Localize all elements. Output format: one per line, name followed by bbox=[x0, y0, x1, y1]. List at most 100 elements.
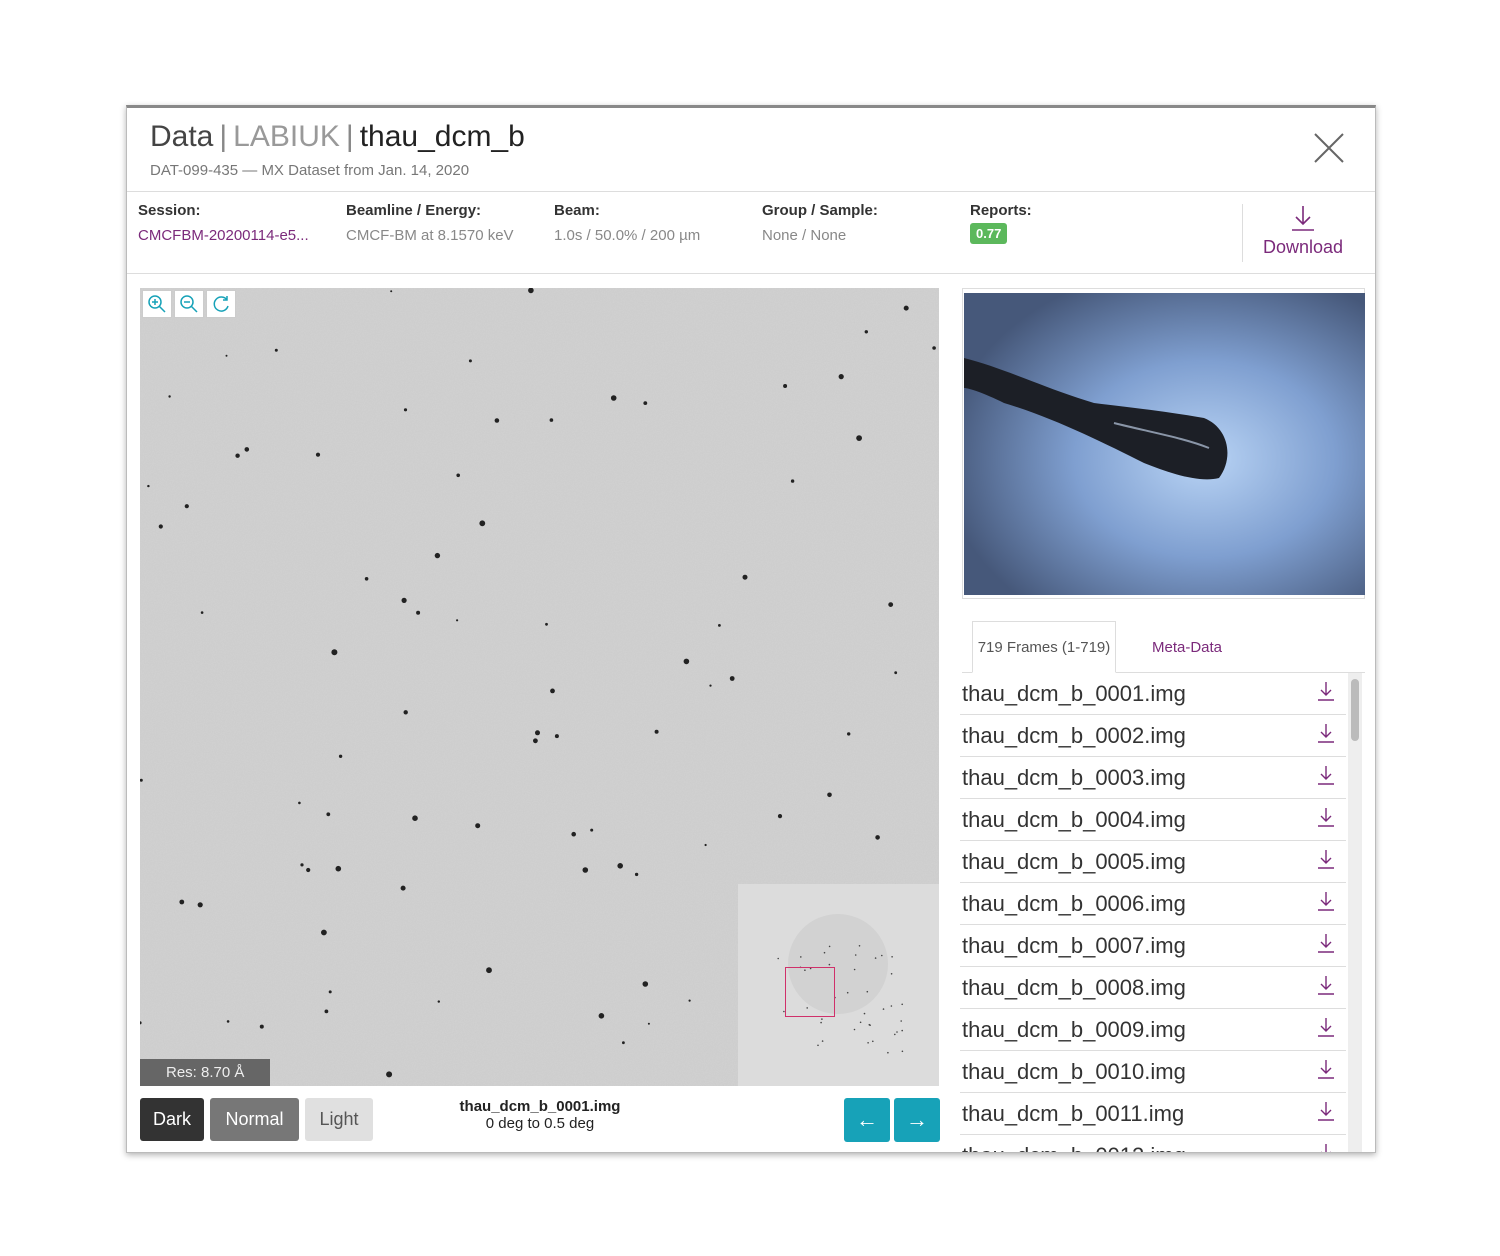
zoom-out-icon[interactable] bbox=[174, 290, 204, 318]
download-icon[interactable] bbox=[1316, 1016, 1336, 1044]
group-value: None / None bbox=[762, 227, 847, 244]
diffraction-spot bbox=[894, 671, 898, 675]
viewport-indicator[interactable] bbox=[785, 967, 835, 1017]
frame-name[interactable]: thau_dcm_b_0009.img bbox=[962, 1017, 1186, 1043]
arrow-right-icon: → bbox=[906, 1107, 928, 1132]
session-link[interactable]: CMCFBM-20200114-e5... bbox=[138, 227, 309, 244]
modal-header: Data | LABIUK | thau_dcm_b DAT-099-435 — MX … bbox=[127, 108, 1375, 192]
diffraction-spot bbox=[875, 835, 880, 840]
reset-icon[interactable] bbox=[206, 290, 236, 318]
download-icon[interactable] bbox=[1316, 680, 1336, 708]
diffraction-spot bbox=[306, 867, 311, 873]
diffraction-spot bbox=[403, 408, 408, 412]
frame-name[interactable]: thau_dcm_b_0005.img bbox=[962, 849, 1186, 875]
diffraction-spot bbox=[847, 732, 851, 736]
frame-name[interactable]: thau_dcm_b_0001.img bbox=[962, 681, 1186, 707]
diffraction-spot bbox=[729, 676, 735, 681]
diffraction-spot bbox=[549, 418, 554, 422]
frame-list-item[interactable]: thau_dcm_b_0011.img bbox=[960, 1093, 1346, 1135]
frame-list-item[interactable]: thau_dcm_b_0009.img bbox=[960, 1009, 1346, 1051]
download-icon[interactable] bbox=[1316, 974, 1336, 1002]
download-icon[interactable] bbox=[1316, 1142, 1336, 1152]
next-frame-button[interactable]: → bbox=[894, 1098, 940, 1142]
diffraction-spot bbox=[704, 843, 707, 847]
report-badge[interactable]: 0.77 bbox=[970, 223, 1008, 244]
frame-list: thau_dcm_b_0001.img thau_dcm_b_0002.imgth… bbox=[960, 673, 1346, 1153]
overview-thumbnail[interactable] bbox=[738, 884, 939, 1086]
diffraction-spot bbox=[244, 447, 250, 452]
download-icon[interactable] bbox=[1316, 806, 1336, 834]
diffraction-spot bbox=[403, 710, 408, 715]
download-icon[interactable] bbox=[1316, 722, 1336, 750]
frame-name[interactable]: thau_dcm_b_0004.img bbox=[962, 807, 1186, 833]
diffraction-spot bbox=[535, 730, 540, 736]
frame-list-item[interactable]: thau_dcm_b_0001.img bbox=[960, 673, 1346, 715]
diffraction-spot bbox=[225, 354, 228, 357]
diffraction-spot bbox=[400, 885, 406, 891]
breadcrumb-project[interactable]: LABIUK bbox=[233, 120, 340, 153]
frame-list-item[interactable]: thau_dcm_b_0004.img bbox=[960, 799, 1346, 841]
diffraction-spot bbox=[390, 290, 393, 293]
download-icon[interactable] bbox=[1316, 848, 1336, 876]
viewer-controls: Dark Normal Light thau_dcm_b_0001.img 0 d… bbox=[140, 1098, 940, 1142]
mode-light-button[interactable]: Light bbox=[305, 1098, 373, 1141]
diffraction-spot bbox=[168, 395, 171, 398]
close-icon[interactable] bbox=[1311, 130, 1347, 166]
diffraction-spot bbox=[932, 346, 936, 350]
frame-name[interactable]: thau_dcm_b_0011.img bbox=[962, 1101, 1184, 1127]
tab-frames[interactable]: 719 Frames (1-719) bbox=[972, 621, 1116, 673]
frame-list-item[interactable]: thau_dcm_b_0003.img bbox=[960, 757, 1346, 799]
frame-angle: 0 deg to 0.5 deg bbox=[485, 1115, 595, 1132]
frame-list-item[interactable]: thau_dcm_b_0008.img bbox=[960, 967, 1346, 1009]
diffraction-spot bbox=[742, 574, 748, 580]
download-icon[interactable] bbox=[1316, 1058, 1336, 1086]
prev-frame-button[interactable]: ← bbox=[844, 1098, 890, 1142]
diffraction-spot bbox=[456, 619, 459, 622]
diffraction-spot bbox=[274, 348, 278, 352]
diffraction-spot bbox=[226, 1020, 230, 1023]
frame-info: thau_dcm_b_0001.img 0 deg to 0.5 deg bbox=[430, 1098, 650, 1132]
page-title: Data | LABIUK | thau_dcm_b bbox=[150, 120, 525, 153]
diffraction-spot bbox=[622, 1041, 625, 1045]
diffraction-spot bbox=[654, 729, 659, 734]
diffraction-spot bbox=[235, 453, 240, 458]
download-icon[interactable] bbox=[1316, 890, 1336, 918]
diffraction-spot bbox=[864, 330, 868, 334]
download-icon[interactable] bbox=[1316, 1100, 1336, 1128]
beam-value: 1.0s / 50.0% / 200 µm bbox=[554, 227, 701, 244]
frame-list-scrollbar[interactable] bbox=[1348, 673, 1362, 1152]
diffraction-spot bbox=[479, 520, 486, 527]
frame-name[interactable]: thau_dcm_b_0007.img bbox=[962, 933, 1186, 959]
diffraction-viewer[interactable]: Res: 8.70 Å bbox=[140, 288, 939, 1086]
diffraction-spot bbox=[571, 831, 576, 837]
diffraction-spot bbox=[647, 1022, 650, 1025]
frame-name[interactable]: thau_dcm_b_0002.img bbox=[962, 723, 1186, 749]
frame-tabs: 719 Frames (1-719) Meta-Data bbox=[962, 621, 1365, 673]
beam-label: Beam: bbox=[554, 202, 600, 219]
diffraction-spot bbox=[777, 814, 783, 819]
frame-list-item[interactable]: thau_dcm_b_0006.img bbox=[960, 883, 1346, 925]
mode-normal-button[interactable]: Normal bbox=[210, 1098, 299, 1141]
download-icon[interactable] bbox=[1316, 764, 1336, 792]
diffraction-spot bbox=[324, 1009, 329, 1014]
download-button[interactable]: Download bbox=[1242, 204, 1343, 262]
zoom-in-icon[interactable] bbox=[142, 290, 172, 318]
frame-name[interactable]: thau_dcm_b_0006.img bbox=[962, 891, 1186, 917]
frame-list-item[interactable]: thau_dcm_b_0007.img bbox=[960, 925, 1346, 967]
tab-meta-data[interactable]: Meta-Data bbox=[1152, 621, 1222, 673]
frame-name[interactable]: thau_dcm_b_0010.img bbox=[962, 1059, 1186, 1085]
diffraction-spot bbox=[554, 734, 559, 739]
dataset-modal: Data | LABIUK | thau_dcm_b DAT-099-435 — MX … bbox=[126, 105, 1376, 1153]
frame-name[interactable]: thau_dcm_b_0008.img bbox=[962, 975, 1186, 1001]
mode-dark-button[interactable]: Dark bbox=[140, 1098, 204, 1141]
frame-list-item[interactable]: thau_dcm_b_0002.img bbox=[960, 715, 1346, 757]
download-icon[interactable] bbox=[1316, 932, 1336, 960]
frame-name[interactable]: thau_dcm_b_0012.img bbox=[962, 1143, 1186, 1153]
frame-list-item[interactable]: thau_dcm_b_0012.img bbox=[960, 1135, 1346, 1153]
session-label: Session: bbox=[138, 202, 201, 219]
breadcrumb-data[interactable]: Data bbox=[150, 120, 213, 153]
dataset-info: Session: CMCFBM-20200114-e5... Beamline /… bbox=[127, 192, 1375, 274]
frame-name[interactable]: thau_dcm_b_0003.img bbox=[962, 765, 1186, 791]
frame-list-item[interactable]: thau_dcm_b_0010.img bbox=[960, 1051, 1346, 1093]
frame-list-item[interactable]: thau_dcm_b_0005.img bbox=[960, 841, 1346, 883]
